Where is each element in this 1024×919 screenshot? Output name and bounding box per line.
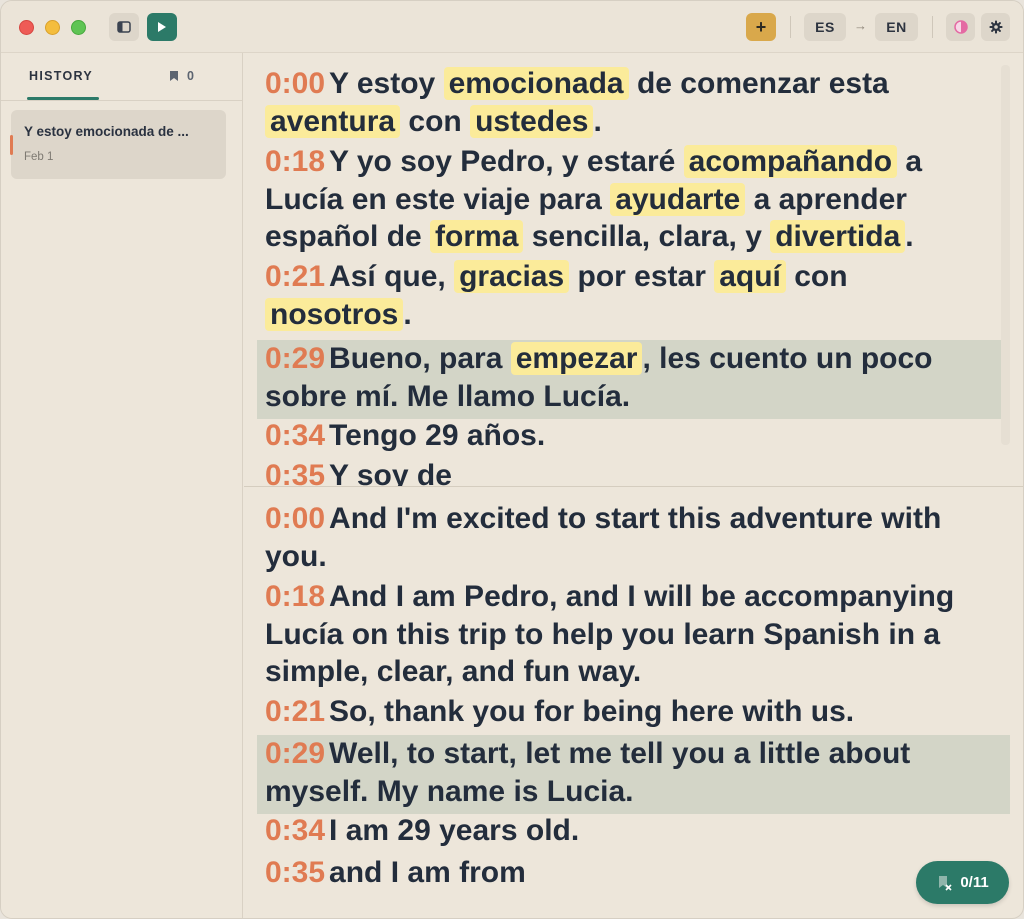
segment-text: and I am from xyxy=(329,856,526,889)
gear-icon xyxy=(989,20,1002,34)
transcript-segment[interactable]: 0:21 So, thank you for being here with us… xyxy=(257,693,1010,733)
bookmark-icon xyxy=(170,71,178,81)
active-item-marker xyxy=(10,135,13,155)
segment-timestamp[interactable]: 0:35 xyxy=(265,856,325,889)
theme-toggle-button[interactable] xyxy=(946,13,975,41)
transcript-segment[interactable]: 0:29 Well, to start, let me tell you a li… xyxy=(257,735,1010,814)
history-item-date: Feb 1 xyxy=(24,151,54,163)
highlighted-word[interactable]: ayudarte xyxy=(610,182,746,216)
tab-bookmarks[interactable]: 0 xyxy=(169,69,194,83)
sidebar-toggle-button[interactable] xyxy=(109,13,139,41)
toolbar-divider xyxy=(932,16,933,38)
zoom-window-button[interactable] xyxy=(71,20,86,35)
transcript-segment[interactable]: 0:00 Y estoy emocionada de comenzar esta … xyxy=(257,65,1010,144)
segment-text: por estar xyxy=(569,260,715,293)
bookmark-remove-icon xyxy=(939,875,952,891)
toolbar-divider xyxy=(790,16,791,38)
segment-text: So, thank you for being here with us. xyxy=(329,695,855,728)
segment-text: con xyxy=(400,104,471,138)
history-item-title: Y estoy emocionada de ... xyxy=(24,124,189,139)
segment-text: Y soy de xyxy=(329,459,452,487)
segment-text: I am 29 years old. xyxy=(329,814,580,847)
segment-text: Tengo 29 años. xyxy=(329,419,546,452)
segment-text: Bueno, para xyxy=(329,342,511,375)
highlighted-word[interactable]: forma xyxy=(430,220,524,253)
segment-text: de comenzar esta xyxy=(628,67,889,100)
transcript-segment[interactable]: 0:18 And I am Pedro, and I will be accomp… xyxy=(257,578,1010,695)
transcript-segment[interactable]: 0:34 Tengo 29 años. xyxy=(257,417,1010,457)
segment-timestamp[interactable]: 0:00 xyxy=(265,67,325,100)
highlighted-word[interactable]: gracias xyxy=(454,260,570,293)
segment-text: . xyxy=(905,220,914,253)
app-window: + ES → EN HISTORY 0 Y estoy emocionada d… xyxy=(0,0,1024,919)
title-bar: + ES → EN xyxy=(1,1,1023,53)
add-button[interactable]: + xyxy=(746,13,776,41)
target-language-button[interactable]: EN xyxy=(875,13,918,41)
segment-timestamp[interactable]: 0:21 xyxy=(265,260,325,293)
highlighted-word[interactable]: aquí xyxy=(714,260,786,293)
close-window-button[interactable] xyxy=(19,20,34,35)
play-icon xyxy=(158,22,166,32)
transcript-segment[interactable]: 0:34 I am 29 years old. xyxy=(257,812,1010,852)
highlighted-word[interactable]: nosotros xyxy=(265,297,404,331)
transcript-segment[interactable]: 0:00 And I'm excited to start this advent… xyxy=(257,500,1010,579)
plus-icon: + xyxy=(755,17,767,37)
translation-pane: 0:00 And I'm excited to start this advent… xyxy=(244,488,1023,918)
transcript-segment[interactable]: 0:35 and I am from xyxy=(257,854,1010,894)
scrollbar[interactable] xyxy=(1001,65,1010,445)
bookmark-count: 0 xyxy=(187,69,194,83)
segment-text: And I'm excited to start this adventure … xyxy=(265,502,942,573)
arrow-right-icon: → xyxy=(854,18,867,33)
minimize-window-button[interactable] xyxy=(45,20,60,35)
sidebar: HISTORY 0 Y estoy emocionada de ... Feb … xyxy=(1,53,243,918)
source-transcript-pane: 0:00 Y estoy emocionada de comenzar esta … xyxy=(244,53,1023,487)
segment-timestamp[interactable]: 0:29 xyxy=(265,342,325,375)
sidebar-tabs: HISTORY 0 xyxy=(1,53,242,101)
segment-timestamp[interactable]: 0:34 xyxy=(265,814,325,847)
segment-text: And I am Pedro, and I will be accompanyi… xyxy=(265,580,955,688)
segment-text: . xyxy=(403,297,412,331)
flashcard-counter-button[interactable]: 0/11 xyxy=(916,861,1009,904)
segment-timestamp[interactable]: 0:35 xyxy=(265,459,325,486)
segment-timestamp[interactable]: 0:29 xyxy=(265,737,325,770)
tab-history[interactable]: HISTORY xyxy=(29,69,93,83)
highlighted-word[interactable]: acompañando xyxy=(683,145,898,178)
play-button[interactable] xyxy=(147,13,177,41)
highlighted-word[interactable]: empezar xyxy=(510,342,643,375)
history-item[interactable]: Y estoy emocionada de ... Feb 1 xyxy=(10,110,226,179)
transcript-segment[interactable]: 0:29 Bueno, para empezar, les cuento un p… xyxy=(257,340,1010,419)
segment-timestamp[interactable]: 0:18 xyxy=(265,580,325,613)
segment-text: . xyxy=(593,104,602,138)
highlighted-word[interactable]: emocionada xyxy=(443,67,629,100)
highlighted-word[interactable]: aventura xyxy=(265,104,401,138)
segment-timestamp[interactable]: 0:21 xyxy=(265,695,325,728)
segment-text: Y yo soy Pedro, y estaré xyxy=(329,145,684,178)
transcript-segment[interactable]: 0:35 Y soy de xyxy=(257,457,1010,487)
highlighted-word[interactable]: ustedes xyxy=(470,104,594,138)
counter-label: 0/11 xyxy=(960,874,989,891)
source-language-button[interactable]: ES xyxy=(804,13,846,41)
segment-timestamp[interactable]: 0:00 xyxy=(265,502,325,535)
segment-text: sencilla, clara, y xyxy=(523,220,771,253)
segment-timestamp[interactable]: 0:18 xyxy=(265,145,325,178)
transcript-segment[interactable]: 0:21 Así que, gracias por estar aquí con … xyxy=(257,258,1010,337)
segment-text: Well, to start, let me tell you a little… xyxy=(265,737,911,808)
sidebar-icon xyxy=(117,21,131,33)
transcript-segment[interactable]: 0:18 Y yo soy Pedro, y estaré acompañando… xyxy=(257,143,1010,260)
contrast-icon xyxy=(953,20,968,34)
segment-text: Así que, xyxy=(329,260,455,293)
segment-timestamp[interactable]: 0:34 xyxy=(265,419,325,452)
highlighted-word[interactable]: divertida xyxy=(770,220,906,253)
settings-button[interactable] xyxy=(981,13,1010,41)
segment-text: con xyxy=(785,260,848,293)
segment-text: Y estoy xyxy=(329,67,444,100)
active-tab-indicator xyxy=(27,97,99,100)
